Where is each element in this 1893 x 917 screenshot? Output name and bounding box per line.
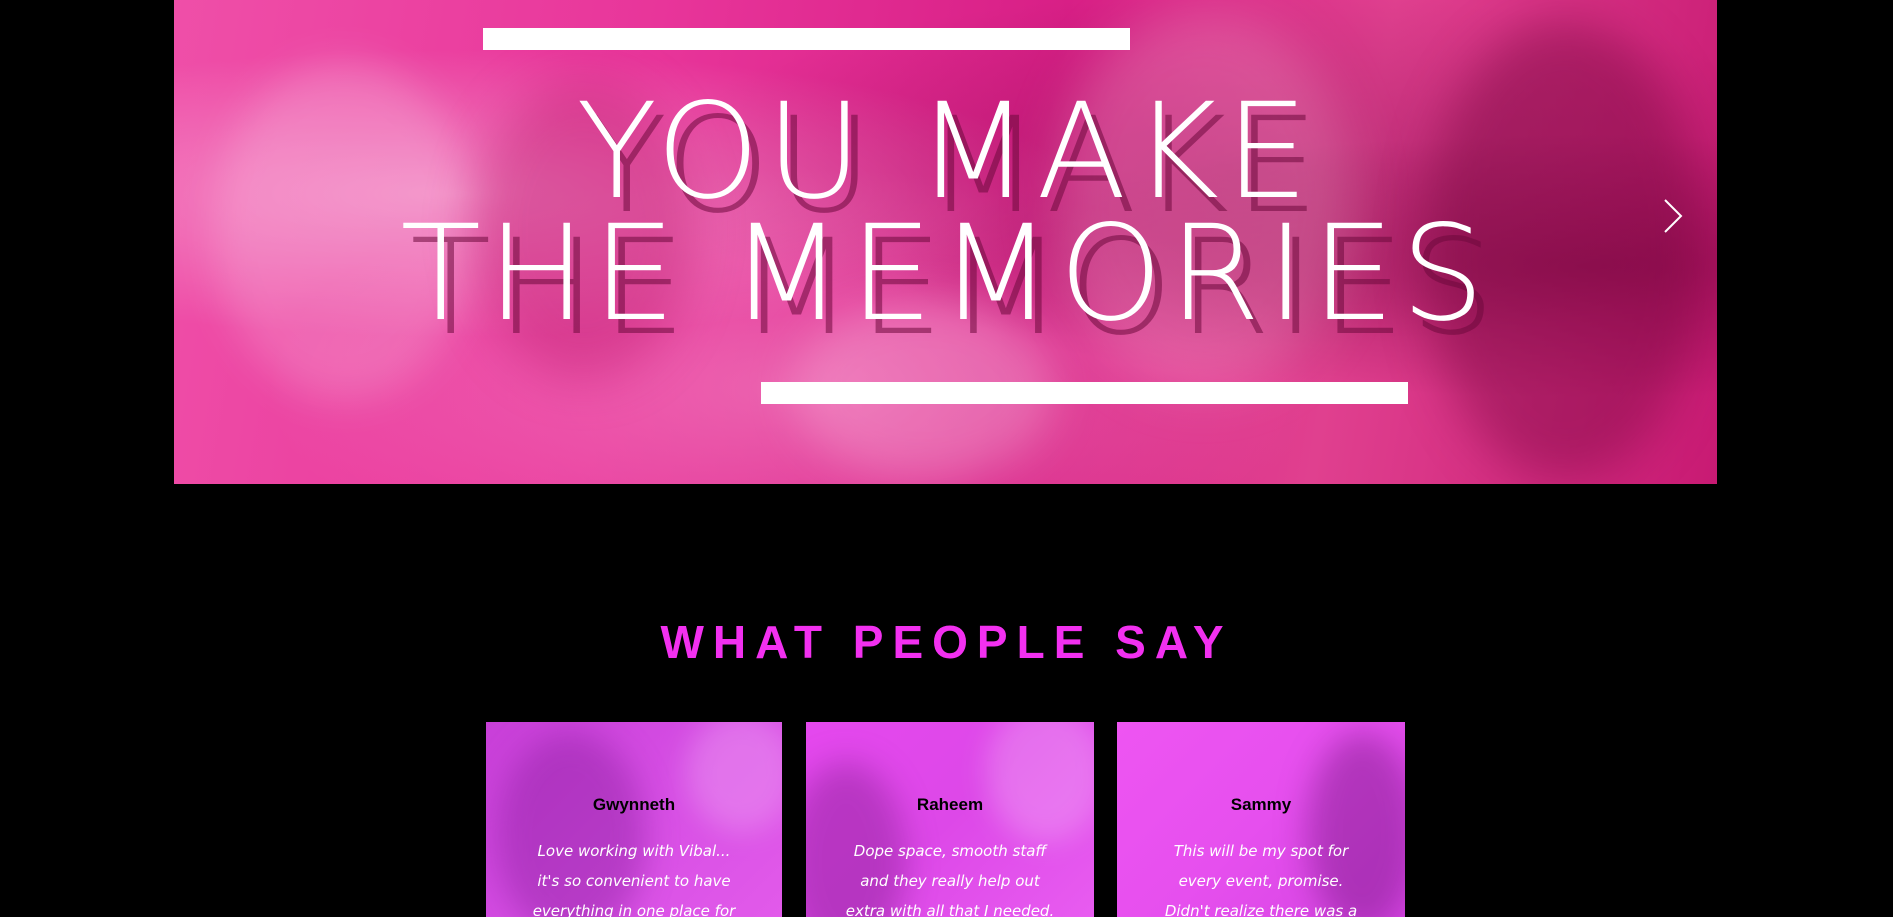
- testimonial-cards: Gwynneth Love working with Vibal... it's…: [0, 722, 1893, 917]
- testimonial-quote: This will be my spot for every event, pr…: [1156, 836, 1366, 917]
- hero-top-bar: [483, 28, 1130, 50]
- testimonial-quote: Love working with Vibal... it's so conve…: [529, 836, 739, 917]
- testimonial-card: Gwynneth Love working with Vibal... it's…: [486, 722, 782, 917]
- quote-line: Dope space, smooth staff: [853, 842, 1047, 860]
- testimonial-card: Raheem Dope space, smooth staff and they…: [806, 722, 1094, 917]
- hero-slideshow[interactable]: YOU MAKE THE MEMORIES: [174, 0, 1717, 484]
- hero-headline-line2: THE MEMORIES: [400, 197, 1491, 351]
- testimonial-name: Sammy: [1230, 795, 1292, 814]
- quote-line: everything in one place for: [532, 902, 736, 917]
- quote-line: extra with all that I needed.: [845, 902, 1055, 917]
- page: YOU MAKE THE MEMORIES WHAT PEOPLE SAY Gw…: [0, 0, 1893, 917]
- quote-line: every event, promise.: [1178, 872, 1344, 890]
- testimonial-quote: Dope space, smooth staff and they really…: [845, 836, 1055, 917]
- testimonial-name: Gwynneth: [592, 795, 676, 814]
- chevron-right-icon: [1664, 199, 1683, 233]
- quote-line: and they really help out: [860, 872, 1040, 890]
- quote-line: This will be my spot for: [1173, 842, 1349, 860]
- section-heading: WHAT PEOPLE SAY: [660, 616, 1233, 668]
- testimonial-photo: [986, 722, 1094, 842]
- hero-bottom-bar: [761, 382, 1408, 404]
- next-slide-button[interactable]: [1661, 196, 1685, 236]
- quote-line: Didn't realize there was a: [1164, 902, 1358, 917]
- quote-line: it's so convenient to have: [537, 872, 731, 890]
- testimonial-card: Sammy This will be my spot for every eve…: [1117, 722, 1405, 917]
- testimonial-name: Raheem: [916, 795, 984, 814]
- quote-line: Love working with Vibal...: [537, 842, 731, 860]
